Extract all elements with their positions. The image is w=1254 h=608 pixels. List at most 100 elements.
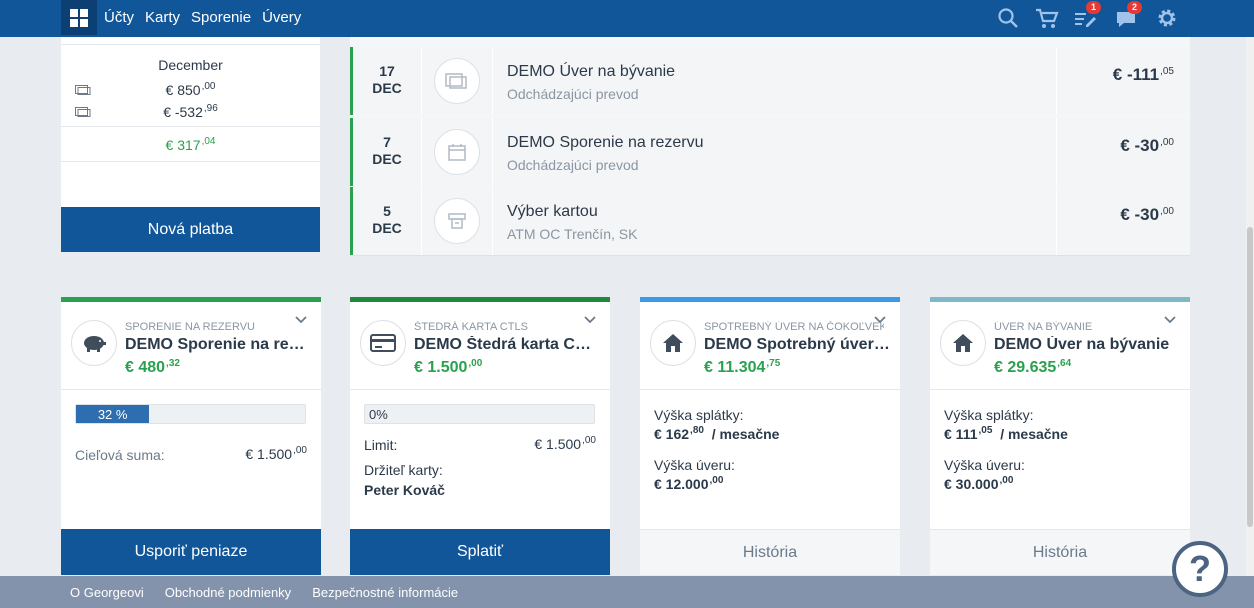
- card-accent-bar: [640, 297, 900, 302]
- card-accent-bar: [61, 297, 321, 302]
- target-value: € 1.500,00: [245, 445, 307, 462]
- nav-item-loans[interactable]: Úvery: [262, 9, 301, 26]
- transaction-date: 5 DEC: [372, 203, 402, 236]
- divider: [421, 187, 422, 255]
- installment-value: € 111,05 / mesačne: [944, 425, 1068, 442]
- product-type: ŠTEDRÁ KARTA CTLS: [414, 321, 528, 333]
- nav-item-accounts[interactable]: Účty: [104, 9, 134, 26]
- divider: [350, 389, 610, 390]
- help-button[interactable]: ?: [1172, 541, 1228, 597]
- settings-button[interactable]: [1155, 6, 1181, 30]
- transaction-type: Odchádzajúci prevod: [507, 86, 639, 102]
- history-button[interactable]: História: [640, 529, 900, 575]
- product-name: DEMO Štedrá karta CTLS: [414, 336, 600, 353]
- nav-item-cards[interactable]: Karty: [145, 9, 180, 26]
- card-accent-bar: [930, 297, 1190, 302]
- loan-amount-value: € 12.000,00: [654, 475, 724, 492]
- apps-grid-button[interactable]: [61, 0, 97, 35]
- product-card-mortgage[interactable]: ÚVER NA BÝVANIE DEMO Úver na bývanie € 2…: [930, 297, 1190, 575]
- transaction-row[interactable]: 7 DEC DEMO Sporenie na rezervu Odchádzajú…: [350, 118, 1186, 186]
- main-menu: Účty Karty Sporenie Úvery: [104, 9, 301, 26]
- product-type: ÚVER NA BÝVANIE: [994, 321, 1093, 333]
- product-name: DEMO Spotrebný úver na čokoľvek: [704, 336, 890, 353]
- installment-value: € 162,80 / mesačne: [654, 425, 780, 442]
- progress-label: 0%: [369, 407, 388, 422]
- scrollbar-thumb[interactable]: [1247, 227, 1253, 527]
- loan-amount-value: € 30.000,00: [944, 475, 1014, 492]
- divider: [61, 161, 320, 162]
- transaction-date: 7 DEC: [372, 134, 402, 167]
- repay-button[interactable]: Splatiť: [350, 529, 610, 575]
- chevron-down-icon[interactable]: [294, 315, 308, 325]
- product-name: DEMO Úver na bývanie: [994, 336, 1170, 353]
- holder-value: Peter Kováč: [364, 482, 445, 498]
- divider: [421, 118, 422, 186]
- transfer-icon: [434, 58, 480, 104]
- chevron-down-icon[interactable]: [583, 315, 597, 325]
- loan-amount-label: Výška úveru:: [654, 457, 735, 473]
- summary-row-expense: € -532,96: [61, 103, 320, 123]
- month-summary-panel: December € 850,00 € -532,96 € 317,04 Nov…: [61, 37, 320, 252]
- messages-button[interactable]: 2: [1113, 1, 1142, 30]
- history-button[interactable]: História: [930, 529, 1190, 575]
- product-balance: € 11.304,75: [704, 358, 781, 376]
- search-icon: [998, 8, 1018, 28]
- divider: [492, 47, 493, 115]
- tasks-button[interactable]: 1: [1072, 1, 1101, 30]
- credit-usage-bar: 0%: [364, 404, 595, 424]
- transaction-row[interactable]: 17 DEC DEMO Úver na bývanie Odchádzajúci …: [350, 47, 1186, 115]
- gear-icon: [1158, 9, 1176, 27]
- product-balance: € 1.500,00: [414, 358, 483, 376]
- search-button[interactable]: [996, 6, 1022, 30]
- messages-badge: 2: [1127, 1, 1142, 14]
- product-type: SPORENIE NA REZERVU: [125, 321, 255, 333]
- footer-link-about[interactable]: O Georgeovi: [70, 585, 144, 600]
- product-balance: € 480,32: [125, 358, 180, 376]
- transaction-name: Výber kartou: [507, 203, 598, 220]
- progress-label: 32 %: [97, 407, 128, 422]
- transaction-type: ATM OC Trenčín, SK: [507, 226, 638, 242]
- transaction-name: DEMO Úver na bývanie: [507, 63, 676, 80]
- divider: [492, 187, 493, 255]
- summary-total: € 317,04: [165, 136, 216, 153]
- summary-amount: € -532,96: [163, 103, 218, 120]
- tasks-badge: 1: [1086, 1, 1101, 14]
- product-balance: € 29.635,64: [994, 358, 1072, 376]
- transactions-list: 17 DEC DEMO Úver na bývanie Odchádzajúci …: [350, 37, 1190, 256]
- transaction-date: 17 DEC: [372, 63, 402, 96]
- divider: [1056, 118, 1057, 186]
- product-type: SPOTREBNÝ ÚVER NA ČOKOĽVEK: [704, 321, 884, 333]
- divider: [640, 389, 900, 390]
- card-accent-bar: [350, 297, 610, 302]
- divider: [61, 44, 320, 45]
- footer: O Georgeovi Obchodné podmienky Bezpečnos…: [0, 576, 1254, 608]
- divider: [61, 389, 321, 390]
- grid-icon: [70, 8, 88, 27]
- divider: [1056, 187, 1057, 255]
- new-payment-button[interactable]: Nová platba: [61, 207, 320, 252]
- month-label: December: [158, 57, 223, 73]
- product-card-credit-card[interactable]: ŠTEDRÁ KARTA CTLS DEMO Štedrá karta CTLS…: [350, 297, 610, 575]
- footer-link-terms[interactable]: Obchodné podmienky: [165, 585, 291, 600]
- summary-amount: € 850,00: [165, 81, 216, 98]
- calendar-icon: [434, 129, 480, 175]
- divider: [421, 47, 422, 115]
- transaction-type: Odchádzajúci prevod: [507, 157, 639, 173]
- nav-item-savings[interactable]: Sporenie: [191, 9, 251, 26]
- transaction-row[interactable]: 5 DEC Výber kartou ATM OC Trenčín, SK € -…: [350, 187, 1186, 255]
- chevron-down-icon[interactable]: [873, 315, 887, 325]
- product-card-savings[interactable]: SPORENIE NA REZERVU DEMO Sporenie na rez…: [61, 297, 321, 575]
- piggy-bank-icon: [71, 320, 117, 366]
- save-money-button[interactable]: Usporiť peniaze: [61, 529, 321, 575]
- transaction-amount: € -30,00: [1120, 205, 1174, 224]
- footer-link-security[interactable]: Bezpečnostné informácie: [312, 585, 458, 600]
- chevron-down-icon[interactable]: [1163, 315, 1177, 325]
- page-scrollbar[interactable]: [1246, 37, 1254, 576]
- holder-label: Držiteľ karty:: [364, 462, 443, 478]
- divider: [930, 389, 1190, 390]
- summary-row-income: € 850,00: [61, 81, 320, 101]
- transaction-amount: € -30,00: [1120, 136, 1174, 155]
- cart-button[interactable]: [1034, 6, 1060, 30]
- top-navigation-bar: Účty Karty Sporenie Úvery 1 2: [0, 0, 1254, 37]
- product-card-consumer-loan[interactable]: SPOTREBNÝ ÚVER NA ČOKOĽVEK DEMO Spotrebn…: [640, 297, 900, 575]
